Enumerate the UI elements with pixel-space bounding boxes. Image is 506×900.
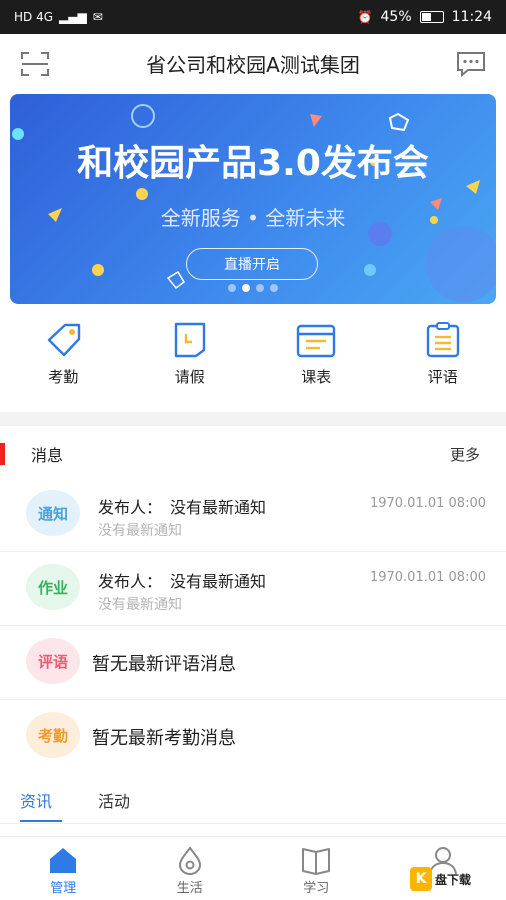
signal-icon: ▂▄▆ bbox=[59, 10, 87, 24]
content-tabs: 资讯 活动 bbox=[0, 780, 506, 824]
attendance-badge-icon: 考勤 bbox=[26, 712, 80, 758]
chat-icon[interactable] bbox=[456, 51, 486, 77]
quick-menu: 考勤 请假 课表 评语 bbox=[0, 322, 506, 404]
publisher-label: 发布人： bbox=[98, 572, 163, 591]
clock: 11:24 bbox=[451, 9, 492, 25]
section-marker bbox=[0, 443, 5, 465]
message-subtitle: 没有最新通知 bbox=[98, 597, 182, 613]
nav-item-life[interactable]: 生活 bbox=[127, 837, 254, 900]
network-indicator: HD 4G bbox=[14, 10, 54, 24]
message-publisher: 发布人： 没有最新通知 bbox=[98, 568, 266, 592]
message-text: 暂无最新考勤消息 bbox=[92, 728, 236, 749]
nav-label: 管理 bbox=[50, 881, 77, 896]
status-right: ⏰ 45% 11:24 bbox=[358, 9, 492, 25]
messages-title: 消息 bbox=[31, 446, 64, 465]
status-bar: HD 4G ▂▄▆ ✉ ⏰ 45% 11:24 bbox=[0, 0, 506, 34]
alarm-icon: ⏰ bbox=[357, 10, 373, 24]
message-row-notice[interactable]: 通知 发布人： 没有最新通知 没有最新通知 1970.01.01 08:00 bbox=[0, 478, 506, 552]
carousel-dot[interactable] bbox=[228, 284, 236, 292]
message-list: 通知 发布人： 没有最新通知 没有最新通知 1970.01.01 08:00 作业… bbox=[0, 478, 506, 774]
quick-item-label: 请假 bbox=[174, 368, 205, 386]
banner-subtitle: 全新服务 • 全新未来 bbox=[160, 206, 346, 230]
nav-label: 生活 bbox=[176, 881, 203, 896]
banner-headline: 和校园产品3.0发布会 bbox=[77, 143, 429, 184]
quick-item-attendance[interactable]: 考勤 bbox=[0, 322, 127, 404]
message-time: 1970.01.01 08:00 bbox=[369, 570, 486, 585]
book-icon bbox=[302, 848, 331, 875]
carousel-dot[interactable] bbox=[270, 284, 278, 292]
status-left: HD 4G ▂▄▆ ✉ bbox=[14, 10, 103, 24]
quick-item-timetable[interactable]: 课表 bbox=[253, 322, 380, 404]
tab-activities[interactable]: 活动 bbox=[98, 788, 130, 812]
notice-badge-icon: 通知 bbox=[26, 490, 80, 536]
tag-icon bbox=[48, 323, 81, 357]
nav-item-study[interactable]: 学习 bbox=[253, 837, 380, 900]
more-link[interactable]: 更多 bbox=[450, 444, 480, 465]
quick-item-comment[interactable]: 评语 bbox=[380, 322, 506, 404]
calendar-icon bbox=[297, 324, 336, 358]
message-subtitle: 没有最新通知 bbox=[98, 523, 182, 539]
section-divider bbox=[0, 412, 506, 426]
messages-header: 消息 更多 bbox=[0, 438, 506, 470]
app-header: 省公司和校园A测试集团 bbox=[0, 34, 506, 92]
message-time: 1970.01.01 08:00 bbox=[369, 496, 486, 511]
message-text: 暂无最新评语消息 bbox=[92, 654, 236, 675]
publisher-name: 没有最新通知 bbox=[170, 498, 267, 517]
homework-badge-icon: 作业 bbox=[26, 564, 80, 610]
message-row-homework[interactable]: 作业 发布人： 没有最新通知 没有最新通知 1970.01.01 08:00 bbox=[0, 552, 506, 626]
bottom-nav: 管理 生活 学习 我的 K 盘下载 bbox=[0, 836, 506, 900]
page-title: 省公司和校园A测试集团 bbox=[146, 52, 360, 77]
message-row-comment[interactable]: 评语 暂无最新评语消息 bbox=[0, 626, 506, 700]
live-button[interactable]: 直播开启 bbox=[186, 248, 318, 280]
scan-icon[interactable] bbox=[20, 51, 50, 77]
battery-percent: 45% bbox=[380, 9, 412, 25]
publisher-label: 发布人： bbox=[98, 498, 163, 517]
quick-item-label: 课表 bbox=[301, 368, 332, 386]
carousel-dots bbox=[10, 284, 496, 292]
drop-icon bbox=[178, 846, 201, 875]
clipboard-icon bbox=[426, 322, 459, 358]
quick-item-label: 考勤 bbox=[48, 368, 79, 386]
comment-badge-icon: 评语 bbox=[26, 638, 80, 684]
watermark-logo: K 盘下载 bbox=[410, 864, 502, 894]
tab-news[interactable]: 资讯 bbox=[20, 788, 52, 812]
nav-item-manage[interactable]: 管理 bbox=[0, 837, 127, 900]
publisher-name: 没有最新通知 bbox=[170, 572, 267, 591]
watermark-text: 盘下载 bbox=[435, 872, 472, 887]
watermark-letter: K bbox=[410, 867, 432, 891]
nav-label: 学习 bbox=[303, 881, 330, 896]
home-icon bbox=[50, 848, 77, 873]
promo-banner[interactable]: 和校园产品3.0发布会 全新服务 • 全新未来 直播开启 bbox=[10, 94, 496, 304]
message-row-attendance[interactable]: 考勤 暂无最新考勤消息 bbox=[0, 700, 506, 774]
message-publisher: 发布人： 没有最新通知 bbox=[98, 494, 266, 518]
battery-icon bbox=[419, 11, 444, 23]
mail-icon: ✉ bbox=[92, 10, 103, 24]
tab-indicator bbox=[20, 820, 62, 822]
leave-icon bbox=[174, 322, 205, 358]
carousel-dot[interactable] bbox=[256, 284, 264, 292]
quick-item-label: 评语 bbox=[427, 368, 458, 386]
carousel-dot-active[interactable] bbox=[242, 284, 250, 292]
quick-item-leave[interactable]: 请假 bbox=[127, 322, 254, 404]
